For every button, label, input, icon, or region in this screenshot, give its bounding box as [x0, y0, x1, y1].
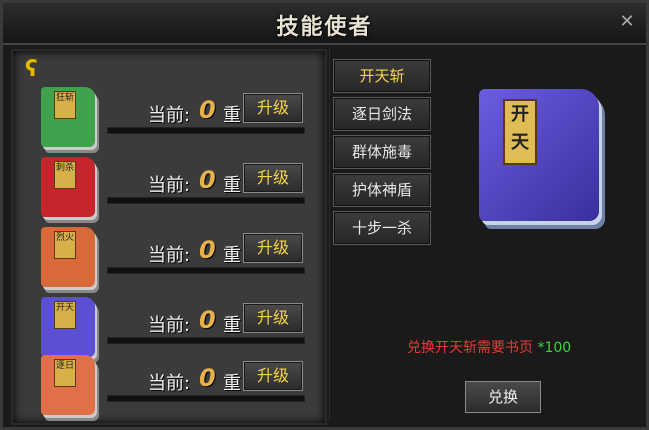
- skill-book-icon: 逐日: [41, 355, 95, 415]
- book-seal-text: 狂斩: [54, 91, 76, 119]
- upgrade-button[interactable]: 升级: [243, 303, 303, 333]
- skill-progress-bar: [107, 127, 305, 134]
- upgrade-button[interactable]: 升级: [243, 233, 303, 263]
- skill-upgrade-row: 烈火 当前: 0 重 升级: [13, 227, 325, 289]
- book-seal-text: 逐日: [54, 359, 76, 387]
- tab-shibu[interactable]: 十步一杀: [333, 211, 431, 245]
- skill-upgrade-row: 狂斩 当前: 0 重 升级: [13, 87, 325, 149]
- skill-book-icon: 狂斩: [41, 87, 95, 147]
- level-unit-label: 重: [223, 373, 241, 394]
- skill-upgrade-row: 刺杀 当前: 0 重 升级: [13, 157, 325, 219]
- current-level-value: 0: [199, 96, 216, 124]
- level-unit-label: 重: [223, 315, 241, 336]
- exchange-button[interactable]: 兑换: [465, 381, 541, 413]
- book-seal-text: 开天: [54, 301, 76, 329]
- title-bar: 技能使者 ✕: [3, 3, 646, 45]
- skill-progress-bar: [107, 337, 305, 344]
- current-level-label: 当前:: [148, 373, 191, 394]
- skill-master-window: 技能使者 ✕ ʕ 狂斩 当前: 0 重 升级 刺杀 当前: 0 重 升级 烈火 …: [0, 0, 649, 430]
- level-unit-label: 重: [223, 175, 241, 196]
- current-level-value: 0: [199, 166, 216, 194]
- panel-divider: [329, 49, 330, 421]
- current-level-value: 0: [199, 364, 216, 392]
- book-seal-text: 烈火: [54, 231, 76, 259]
- close-icon[interactable]: ✕: [616, 11, 638, 33]
- current-level-label: 当前:: [148, 315, 191, 336]
- window-title: 技能使者: [276, 15, 373, 40]
- selected-skill-book-icon: 开天: [479, 89, 599, 221]
- large-book-seal-text: 开天: [503, 99, 537, 165]
- tab-zhuri[interactable]: 逐日剑法: [333, 97, 431, 131]
- current-level-label: 当前:: [148, 245, 191, 266]
- tab-qunti[interactable]: 群体施毒: [333, 135, 431, 169]
- skill-book-icon: 烈火: [41, 227, 95, 287]
- hook-icon: ʕ: [25, 57, 38, 82]
- skill-upgrade-row: 开天 当前: 0 重 升级: [13, 297, 325, 359]
- exchange-quantity: *100: [537, 340, 572, 356]
- exchange-message: 兑换开天斩需要书页: [407, 340, 533, 356]
- skill-upgrade-row: 逐日 当前: 0 重 升级: [13, 355, 325, 417]
- current-level-label: 当前:: [148, 175, 191, 196]
- skill-progress-bar: [107, 267, 305, 274]
- upgrade-button[interactable]: 升级: [243, 361, 303, 391]
- skill-book-icon: 开天: [41, 297, 95, 357]
- skill-progress-bar: [107, 395, 305, 402]
- current-level-label: 当前:: [148, 105, 191, 126]
- upgrade-list-panel: ʕ 狂斩 当前: 0 重 升级 刺杀 当前: 0 重 升级 烈火 当前: 0 重…: [11, 49, 327, 425]
- level-unit-label: 重: [223, 105, 241, 126]
- upgrade-button[interactable]: 升级: [243, 163, 303, 193]
- skill-progress-bar: [107, 197, 305, 204]
- tab-huti[interactable]: 护体神盾: [333, 173, 431, 207]
- book-seal-text: 刺杀: [54, 161, 76, 189]
- skill-book-icon: 刺杀: [41, 157, 95, 217]
- tab-kaitian[interactable]: 开天斩: [333, 59, 431, 93]
- current-level-value: 0: [199, 236, 216, 264]
- exchange-requirement: 兑换开天斩需要书页 *100: [407, 337, 571, 357]
- level-unit-label: 重: [223, 245, 241, 266]
- current-level-value: 0: [199, 306, 216, 334]
- upgrade-button[interactable]: 升级: [243, 93, 303, 123]
